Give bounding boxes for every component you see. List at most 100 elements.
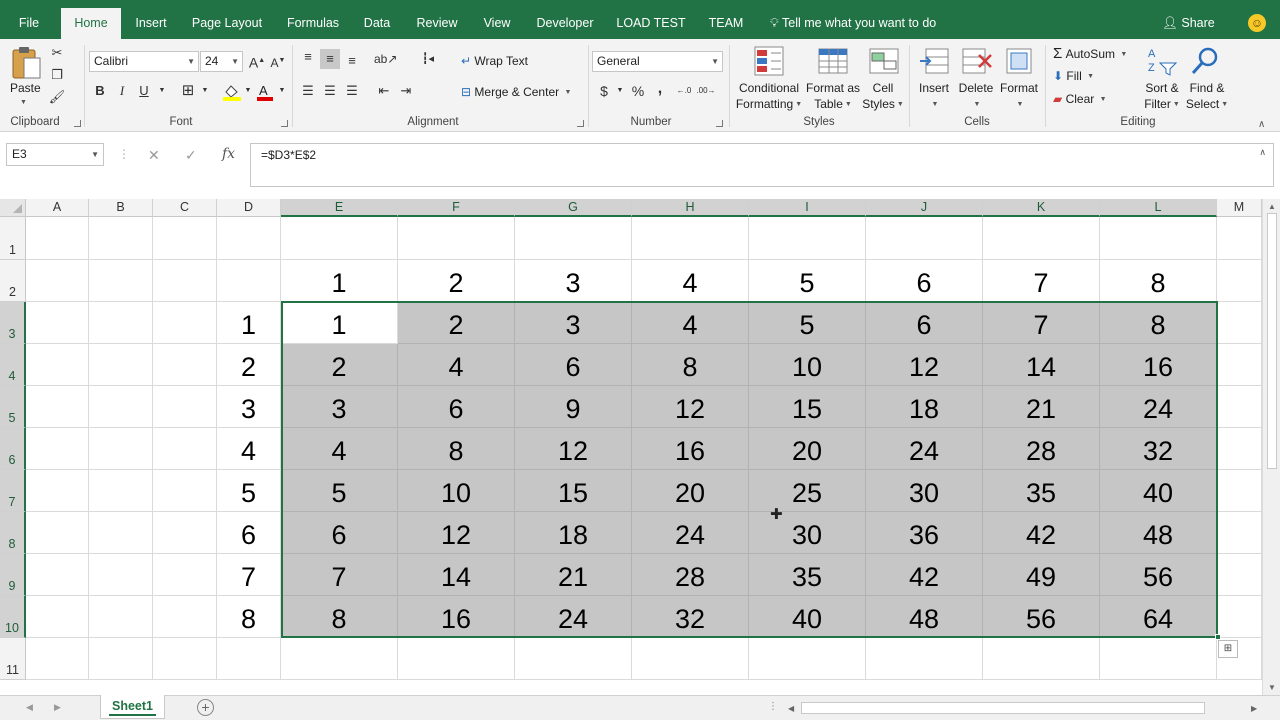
cell-b3[interactable] [89,302,153,344]
column-header-b[interactable]: B [89,199,153,217]
column-header-h[interactable]: H [632,199,749,217]
cell-k5[interactable]: 21 [983,386,1100,428]
find-select-icon[interactable] [1190,45,1222,77]
cell-l7[interactable]: 40 [1100,470,1217,512]
cell-k11[interactable] [983,638,1100,680]
horizontal-scroll-thumb[interactable] [801,702,1205,714]
cell-f7[interactable]: 10 [398,470,515,512]
align-left-icon[interactable]: ☰ [298,81,318,101]
cell-f5[interactable]: 6 [398,386,515,428]
cell-i10[interactable]: 40 [749,596,866,638]
cell-m8[interactable] [1217,512,1262,554]
cell-a7[interactable] [26,470,89,512]
column-header-e[interactable]: E [281,199,398,217]
cell-g7[interactable]: 15 [515,470,632,512]
conditional-formatting-icon[interactable] [753,45,785,77]
cell-styles-icon[interactable] [868,45,900,77]
cell-h6[interactable]: 16 [632,428,749,470]
cell-a5[interactable] [26,386,89,428]
cell-j4[interactable]: 12 [866,344,983,386]
cell-m2[interactable] [1217,260,1262,302]
cell-j5[interactable]: 18 [866,386,983,428]
cell-e8[interactable]: 6 [281,512,398,554]
cell-d7[interactable]: 5 [217,470,281,512]
tab-insert[interactable]: Insert [124,0,178,39]
borders-dropdown-icon[interactable]: ▼ [195,81,215,101]
horizontal-scrollbar[interactable]: ◀ ▶ [785,701,1262,716]
align-bottom-icon[interactable]: ≡ [342,51,362,71]
autosum-button[interactable]: Σ AutoSum ▼ [1053,45,1127,62]
cell-l10[interactable]: 64 [1100,596,1217,638]
cell-g6[interactable]: 12 [515,428,632,470]
format-as-table-button[interactable]: Format as Table ▼ [802,80,864,113]
cell-i8[interactable]: 30 [749,512,866,554]
column-header-g[interactable]: G [515,199,632,217]
insert-cells-icon[interactable] [918,45,950,77]
cell-h3[interactable]: 4 [632,302,749,344]
cell-f1[interactable] [398,217,515,260]
cell-k6[interactable]: 28 [983,428,1100,470]
scroll-up-icon[interactable]: ▲ [1268,202,1276,211]
tab-page-layout[interactable]: Page Layout [180,0,274,39]
cell-e3[interactable]: 1 [281,302,398,344]
cell-l8[interactable]: 48 [1100,512,1217,554]
cell-l1[interactable] [1100,217,1217,260]
font-launcher-icon[interactable] [281,120,288,127]
cell-g11[interactable] [515,638,632,680]
cell-j9[interactable]: 42 [866,554,983,596]
cell-m10[interactable] [1217,596,1262,638]
merge-center-button[interactable]: ⊟ Merge & Center ▼ [461,85,571,99]
cell-c11[interactable] [153,638,217,680]
paste-icon[interactable] [10,45,42,81]
cell-e4[interactable]: 2 [281,344,398,386]
cell-f6[interactable]: 8 [398,428,515,470]
cell-j6[interactable]: 24 [866,428,983,470]
collapse-ribbon-icon[interactable]: ∧ [1258,119,1265,130]
vertical-scroll-thumb[interactable] [1267,213,1277,469]
fill-color-dropdown-icon[interactable]: ▼ [238,81,258,101]
delete-cells-icon[interactable] [961,45,993,77]
row-header-8[interactable]: 8 [0,512,26,554]
row-header-11[interactable]: 11 [0,638,26,680]
next-sheet-icon[interactable]: ▶ [54,702,61,713]
cell-d5[interactable]: 3 [217,386,281,428]
copy-icon[interactable]: ❐ [47,65,67,85]
cell-m1[interactable] [1217,217,1262,260]
cell-g5[interactable]: 9 [515,386,632,428]
row-header-3[interactable]: 3 [0,302,26,344]
cell-e6[interactable]: 4 [281,428,398,470]
find-select-button[interactable]: Find & Select ▼ [1184,80,1230,113]
cell-j8[interactable]: 36 [866,512,983,554]
expand-formula-bar-icon[interactable]: ∧ [1259,147,1266,158]
cell-h10[interactable]: 32 [632,596,749,638]
number-format-select[interactable]: General ▼ [592,51,723,72]
cell-c2[interactable] [153,260,217,302]
font-color-dropdown-icon[interactable]: ▼ [272,81,292,101]
select-all-button[interactable] [0,199,26,217]
row-header-9[interactable]: 9 [0,554,26,596]
cell-i11[interactable] [749,638,866,680]
cell-h11[interactable] [632,638,749,680]
sort-filter-icon[interactable]: A Z [1146,45,1178,77]
scroll-left-icon[interactable]: ◀ [788,704,794,713]
cell-f10[interactable]: 16 [398,596,515,638]
cell-styles-button[interactable]: Cell Styles ▼ [858,80,908,113]
column-header-j[interactable]: J [866,199,983,217]
cell-h4[interactable]: 8 [632,344,749,386]
cell-c4[interactable] [153,344,217,386]
cell-f3[interactable]: 2 [398,302,515,344]
cell-b5[interactable] [89,386,153,428]
decrease-decimal-icon[interactable]: .00→ [696,81,716,101]
cell-b11[interactable] [89,638,153,680]
scroll-right-icon[interactable]: ▶ [1251,704,1257,713]
sheet-tab-sheet1[interactable]: Sheet1 [100,695,165,719]
row-header-10[interactable]: 10 [0,596,26,638]
cancel-icon[interactable]: ✕ [148,147,160,164]
format-painter-icon[interactable]: 🖌︎ [47,87,67,107]
font-name-select[interactable]: Calibri ▼ [89,51,199,72]
align-center-icon[interactable]: ☰ [320,81,340,101]
cell-f9[interactable]: 14 [398,554,515,596]
cell-l3[interactable]: 8 [1100,302,1217,344]
cell-i5[interactable]: 15 [749,386,866,428]
cell-k1[interactable] [983,217,1100,260]
